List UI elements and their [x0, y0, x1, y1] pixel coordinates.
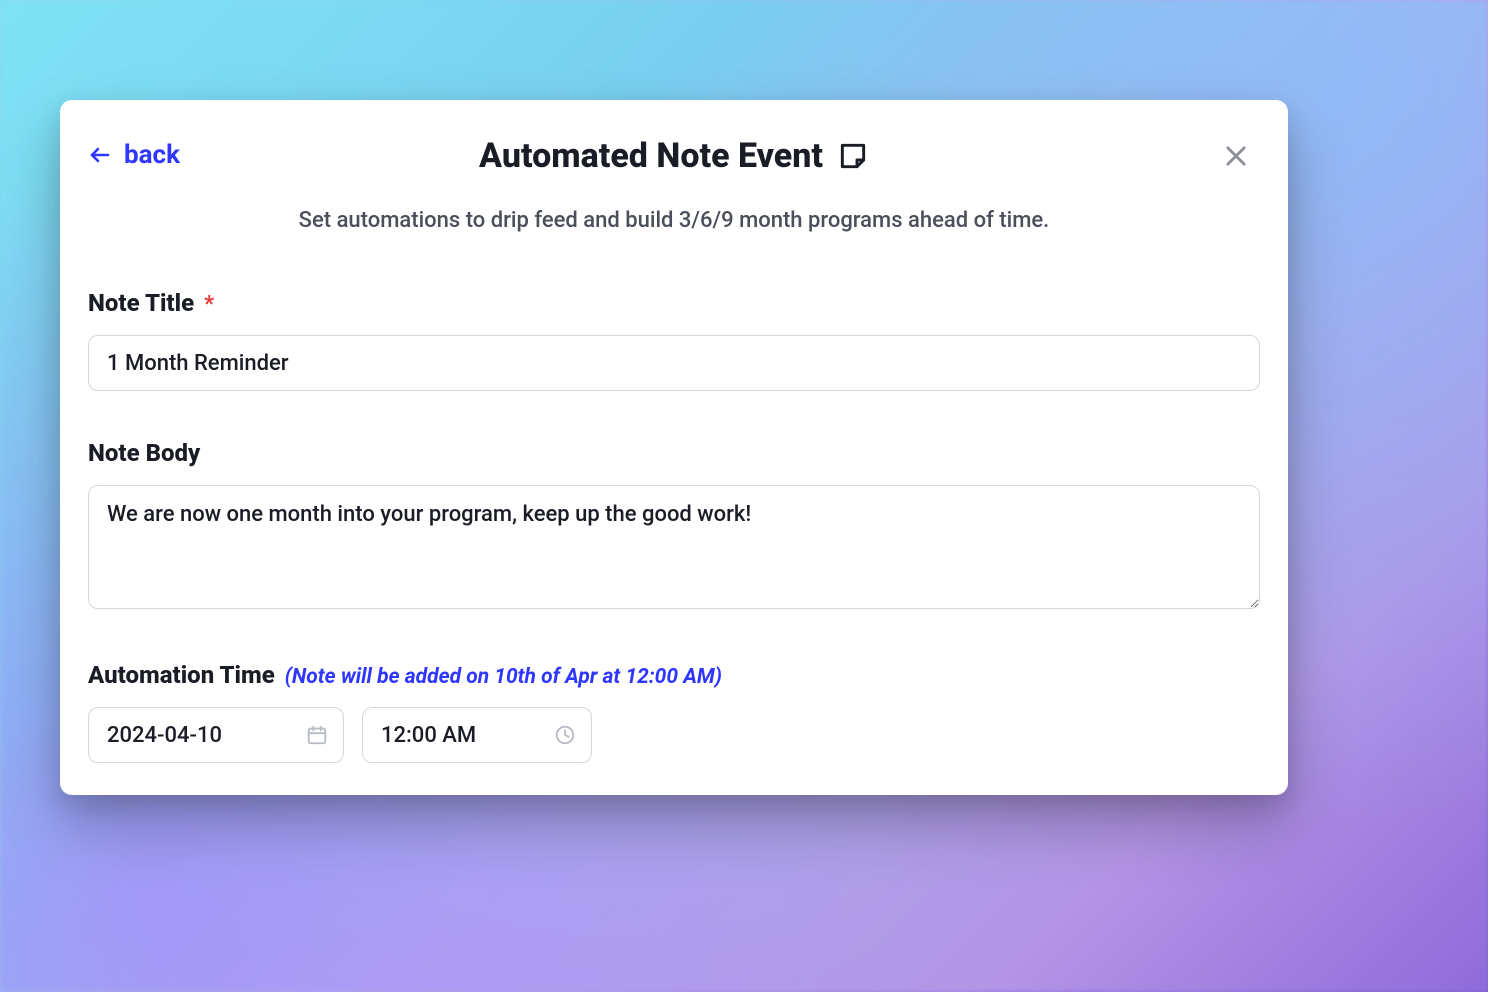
note-body-input[interactable]	[88, 485, 1260, 609]
automated-note-modal: back Automated Note Event Set automation…	[60, 100, 1288, 795]
note-body-label: Note Body	[88, 439, 200, 467]
note-title-field: Note Title *	[88, 289, 1260, 391]
automation-time-hint: (Note will be added on 10th of Apr at 12…	[285, 665, 722, 689]
time-picker[interactable]	[362, 707, 592, 763]
close-icon	[1222, 142, 1250, 174]
date-picker[interactable]	[88, 707, 344, 763]
back-label: back	[124, 140, 180, 170]
arrow-left-icon	[88, 143, 112, 167]
modal-header: back Automated Note Event	[88, 130, 1260, 190]
note-title-input[interactable]	[88, 335, 1260, 391]
sticky-note-icon	[837, 140, 869, 172]
modal-subtitle: Set automations to drip feed and build 3…	[88, 208, 1260, 233]
time-input[interactable]	[362, 707, 592, 763]
date-input[interactable]	[88, 707, 344, 763]
automation-time-label: Automation Time	[88, 661, 275, 689]
modal-title: Automated Note Event	[479, 136, 823, 176]
note-body-field: Note Body	[88, 439, 1260, 613]
note-title-label: Note Title	[88, 289, 194, 317]
automation-time-field: Automation Time (Note will be added on 1…	[88, 661, 1260, 763]
back-button[interactable]: back	[88, 140, 180, 170]
required-marker: *	[204, 292, 214, 317]
close-button[interactable]	[1218, 138, 1254, 178]
